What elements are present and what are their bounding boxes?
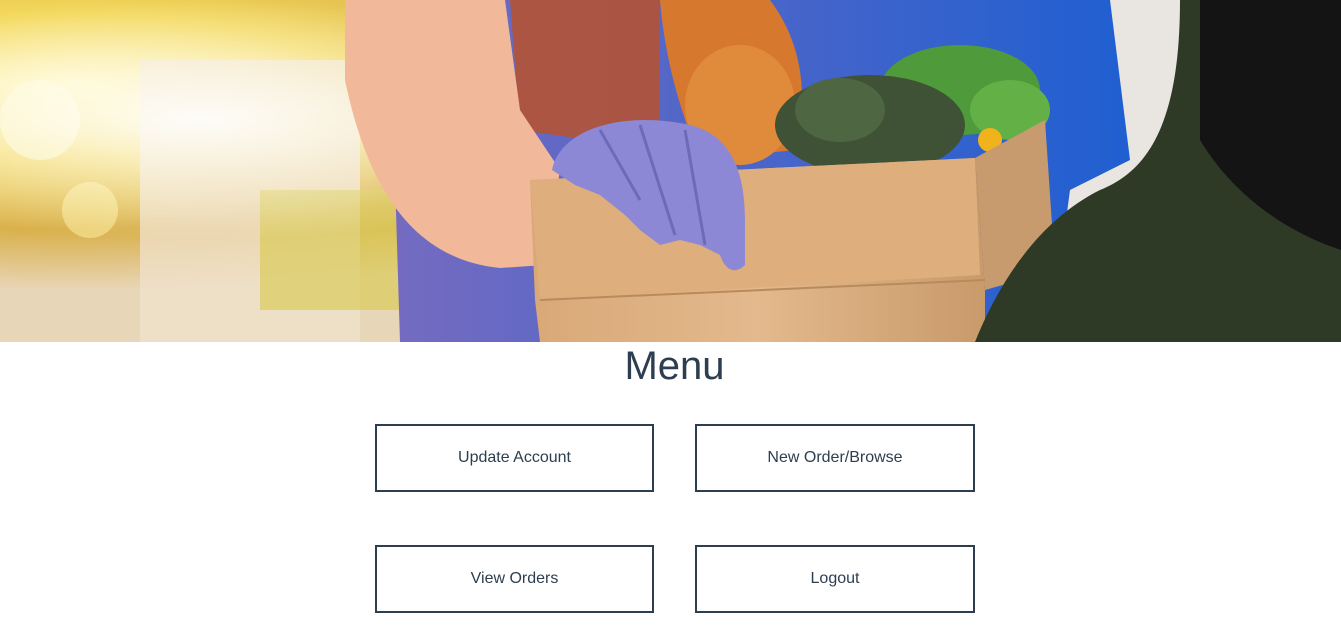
new-order-browse-label: New Order/Browse [767, 449, 903, 466]
logout-button[interactable]: Logout [695, 545, 975, 613]
update-account-button[interactable]: Update Account [375, 424, 654, 492]
new-order-browse-button[interactable]: New Order/Browse [695, 424, 975, 492]
view-orders-button[interactable]: View Orders [375, 545, 654, 613]
hero-banner-image [0, 0, 1341, 342]
logout-label: Logout [810, 570, 860, 587]
page-title: Menu [624, 344, 725, 388]
update-account-label: Update Account [458, 449, 571, 466]
view-orders-label: View Orders [470, 570, 559, 587]
